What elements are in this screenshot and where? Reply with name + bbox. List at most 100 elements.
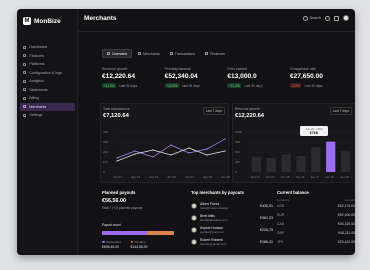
kpi-period: Last 30 days bbox=[244, 83, 263, 88]
kpi-delta-badge: +12.2% bbox=[227, 83, 242, 89]
balance-amount: €48,211.00 bbox=[338, 231, 355, 235]
merchant-avatar bbox=[191, 239, 197, 245]
sidebar-item-icon bbox=[23, 96, 27, 100]
kpi-delta-badge: +12.2% bbox=[102, 83, 117, 89]
kpi-row: Revenue growth €12,220.64 +12.2% Last 30 da… bbox=[102, 67, 350, 89]
sidebar-item-label: Billing bbox=[29, 96, 39, 101]
balance-currency: CAD bbox=[277, 222, 285, 226]
tab-icon bbox=[107, 52, 110, 55]
sidebar-item-label: Settings bbox=[29, 113, 43, 118]
sidebar-item-icon bbox=[23, 62, 27, 66]
sidebar-item-label: Analytics bbox=[29, 79, 44, 84]
line-point bbox=[170, 154, 172, 156]
kpi-label: Chargeback rate bbox=[289, 67, 316, 71]
merchant-email: sophie@mail.com bbox=[200, 230, 224, 235]
user-avatar[interactable] bbox=[343, 15, 349, 21]
payout-legend-head: Pending bbox=[130, 240, 148, 244]
balance-amount: €34,120.00 bbox=[338, 222, 355, 226]
line-point bbox=[116, 157, 118, 159]
merchant-row[interactable]: Robert Roberts sample@gmail.com €186,31 bbox=[191, 238, 273, 249]
sidebar-item-configuration-logs[interactable]: Configuration & logs bbox=[20, 69, 75, 78]
bar-chart: 100K 75K 50K 25K 0 Jun 23 Jun 24 Jun 25 Jun 26 Ju… bbox=[235, 130, 353, 179]
kpi-value: €12,220.64 bbox=[102, 73, 136, 80]
balance-currency: EUR bbox=[277, 213, 285, 217]
sidebar-item-icon bbox=[23, 113, 27, 117]
bar[interactable] bbox=[266, 158, 276, 172]
line-point bbox=[206, 148, 208, 150]
sidebar-item-platforms[interactable]: Platforms bbox=[20, 60, 75, 69]
sidebar-item-label: Dashboard bbox=[29, 45, 47, 50]
kpi-meta: +12.2% Last 30 days bbox=[227, 83, 287, 89]
bar-y-tick: 25K bbox=[235, 160, 240, 164]
bar-x-tick: Jun 28 bbox=[325, 175, 334, 179]
sidebar-nav: Dashboard Finances Platforms Configuration … bbox=[20, 43, 75, 120]
payout-legend: Successful €696,45.00 Pending €144,58.00 bbox=[102, 240, 174, 249]
tab-overview[interactable]: Overview bbox=[102, 49, 132, 58]
balance-row: CAD €34,120.00 bbox=[277, 222, 355, 226]
balance-header: Currency Amount bbox=[277, 198, 355, 202]
balance-currency: GBP bbox=[277, 231, 285, 235]
kpi-label: Revenue growth bbox=[102, 67, 128, 71]
sidebar-item-statements[interactable]: Statements bbox=[20, 86, 75, 95]
sidebar-item-merchants[interactable]: Merchants bbox=[20, 102, 75, 111]
search-button[interactable]: Search bbox=[302, 15, 321, 21]
merchant-email: flow@lightsaber.com bbox=[200, 218, 228, 223]
kpi-period: Last 30 days bbox=[304, 83, 323, 88]
line-point bbox=[206, 154, 208, 156]
kpi-label: Fees earned bbox=[227, 67, 247, 71]
tab-label: Transactions bbox=[174, 51, 196, 56]
sidebar-item-label: Statements bbox=[29, 87, 48, 92]
merchant-amount: €186,31 bbox=[260, 240, 273, 244]
bar[interactable] bbox=[251, 156, 262, 172]
line-y-tick: 30K bbox=[103, 140, 108, 144]
balance-list: USD €52,170.00 EUR €52,100.00 CAD €34,120.00 G… bbox=[277, 204, 355, 252]
tab-merchants[interactable]: Merchants bbox=[134, 49, 164, 58]
bar-x-tick: Jun 25 bbox=[281, 175, 290, 179]
bar-y-tick: 0 bbox=[235, 170, 237, 174]
merchant-row[interactable]: Albert Flores hello@mason.design €430,91 bbox=[191, 202, 273, 213]
line-y-tick: 10K bbox=[103, 160, 108, 164]
payout-legend-item: Pending €144,58.00 bbox=[130, 240, 148, 249]
balance-currency: JPY bbox=[277, 240, 284, 244]
sidebar-item-label: Platforms bbox=[29, 62, 45, 67]
tab-icon bbox=[169, 52, 173, 55]
kpi-delta-badge: -0.2% bbox=[289, 83, 302, 89]
line-point bbox=[170, 144, 172, 146]
bar-y-tick: 100K bbox=[235, 130, 242, 134]
merchant-email: hello@mason.design bbox=[200, 206, 229, 211]
kpi-period: Last 30 days bbox=[119, 83, 138, 88]
sidebar-item-settings[interactable]: Settings bbox=[20, 111, 75, 120]
sidebar: M MonBize Dashboard Finances Platforms Conf… bbox=[17, 9, 78, 255]
merchant-list: Albert Flores hello@mason.design €430,91 Br… bbox=[191, 202, 273, 252]
sidebar-item-dashboard[interactable]: Dashboard bbox=[20, 43, 75, 52]
line-chart: 40K 30K 20K 10K 0 Jun 23 Jun 24 Jun 25 Jun 26 Jun… bbox=[103, 130, 230, 179]
tab-transactions[interactable]: Transactions bbox=[166, 49, 199, 58]
notification-bell-icon[interactable] bbox=[334, 15, 339, 21]
sidebar-item-billing[interactable]: Billing bbox=[20, 94, 75, 103]
search-label: Search bbox=[309, 16, 321, 20]
tab-finances[interactable]: Finances bbox=[201, 49, 229, 58]
logo-mark-icon: M bbox=[23, 17, 31, 25]
sidebar-item-finances[interactable]: Finances bbox=[20, 52, 75, 61]
bar-x-tick: Jun 24 bbox=[266, 175, 275, 179]
merchant-row[interactable]: Brett Mills flow@lightsaber.com €361,23 bbox=[191, 214, 273, 225]
settings-gear-icon[interactable] bbox=[325, 15, 330, 21]
header-divider bbox=[78, 31, 355, 32]
bar[interactable] bbox=[326, 141, 336, 172]
bar[interactable] bbox=[281, 154, 291, 172]
sidebar-item-analytics[interactable]: Analytics bbox=[20, 77, 75, 86]
merchant-avatar bbox=[191, 227, 197, 233]
balance-amount: €52,100.00 bbox=[338, 213, 355, 217]
legend-dot-icon bbox=[130, 240, 134, 244]
line-y-tick: 0 bbox=[103, 170, 105, 174]
merchant-row[interactable]: Sophie Hudson sophie@mail.com €226,75 bbox=[191, 226, 273, 237]
bar[interactable] bbox=[340, 151, 351, 172]
bar-y-tick: 50K bbox=[235, 150, 240, 154]
line-point bbox=[134, 150, 136, 152]
logo[interactable]: M MonBize bbox=[23, 17, 61, 25]
payout-legend-label: Successful bbox=[106, 240, 121, 244]
kpi-delta-badge: +12.2% bbox=[164, 83, 179, 89]
bar[interactable] bbox=[296, 156, 306, 172]
bar[interactable] bbox=[311, 147, 321, 172]
payout-segment bbox=[102, 231, 149, 235]
